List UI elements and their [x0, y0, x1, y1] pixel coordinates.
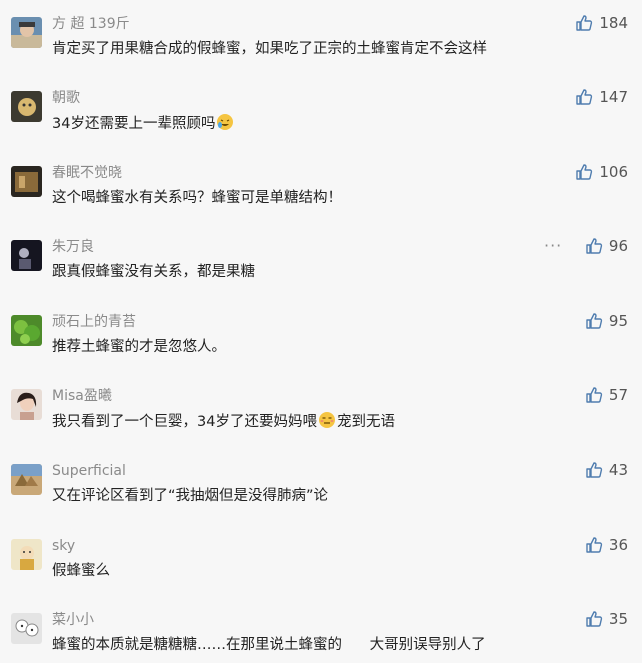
comment-list: 方 超 139斤 肯定买了用果糖合成的假蜂蜜，如果吃了正宗的土蜂蜜肯定不会这样 …	[0, 0, 642, 663]
face-emoji-icon	[217, 114, 234, 130]
avatar[interactable]	[11, 464, 42, 495]
ellipsis-icon[interactable]: ···	[544, 238, 562, 254]
like-button[interactable]: 147	[575, 87, 628, 107]
avatar[interactable]	[11, 166, 42, 197]
comment-text: 肯定买了用果糖合成的假蜂蜜，如果吃了正宗的土蜂蜜肯定不会这样	[52, 41, 487, 57]
comment-text: 这个喝蜂蜜水有关系吗？蜂蜜可是单糖结构！	[52, 190, 342, 206]
thumbs-up-icon	[585, 312, 603, 330]
like-button[interactable]: 43	[585, 460, 628, 480]
like-count: 96	[608, 237, 628, 255]
comment-text: 蜂蜜的本质就是糖糖糖……在那里说土蜂蜜的 大哥别误导别人了	[52, 637, 486, 653]
username[interactable]: Superficial	[52, 462, 126, 480]
thumbs-up-icon	[585, 610, 603, 628]
like-count: 95	[608, 312, 628, 330]
avatar[interactable]	[11, 240, 42, 271]
like-count: 147	[599, 88, 628, 106]
face-emoji-icon	[318, 412, 335, 428]
username[interactable]: 朱万良	[52, 238, 94, 256]
like-count: 57	[608, 386, 628, 404]
like-button[interactable]: 96	[585, 236, 628, 256]
username[interactable]: 春眠不觉晓	[52, 164, 122, 182]
comment-text: 假蜂蜜么	[52, 563, 110, 579]
like-count: 36	[608, 536, 628, 554]
avatar[interactable]	[11, 91, 42, 122]
comment-text: 34岁还需要上一辈照顾吗	[52, 113, 235, 134]
avatar[interactable]	[11, 17, 42, 48]
like-button[interactable]: 35	[585, 609, 628, 629]
username[interactable]: 方 超 139斤	[52, 15, 130, 33]
username[interactable]: Misa盈曦	[52, 387, 112, 405]
like-button[interactable]: 106	[575, 162, 628, 182]
thumbs-up-icon	[585, 461, 603, 479]
thumbs-up-icon	[585, 386, 603, 404]
like-count: 184	[599, 14, 628, 32]
username[interactable]: 菜小小	[52, 611, 94, 629]
username[interactable]: 顽石上的青苔	[52, 313, 136, 331]
like-button[interactable]: 57	[585, 385, 628, 405]
like-count: 43	[608, 461, 628, 479]
like-button[interactable]: 95	[585, 311, 628, 331]
comment-text: 又在评论区看到了“我抽烟但是没得肺病”论	[52, 488, 329, 504]
avatar[interactable]	[11, 613, 42, 644]
like-count: 35	[608, 610, 628, 628]
username[interactable]: sky	[52, 537, 75, 555]
like-button[interactable]: 36	[585, 535, 628, 555]
thumbs-up-icon	[575, 88, 593, 106]
avatar[interactable]	[11, 315, 42, 346]
thumbs-up-icon	[585, 237, 603, 255]
thumbs-up-icon	[575, 14, 593, 32]
thumbs-up-icon	[575, 163, 593, 181]
avatar[interactable]	[11, 389, 42, 420]
thumbs-up-icon	[585, 536, 603, 554]
comment-text: 推荐土蜂蜜的才是忽悠人。	[52, 339, 226, 355]
username[interactable]: 朝歌	[52, 89, 80, 107]
avatar[interactable]	[11, 539, 42, 570]
comment-text: 我只看到了一个巨婴，34岁了还要妈妈喂 宠到无语	[52, 411, 395, 432]
like-count: 106	[599, 163, 628, 181]
comment-text: 跟真假蜂蜜没有关系，都是果糖	[52, 264, 255, 280]
like-button[interactable]: 184	[575, 13, 628, 33]
